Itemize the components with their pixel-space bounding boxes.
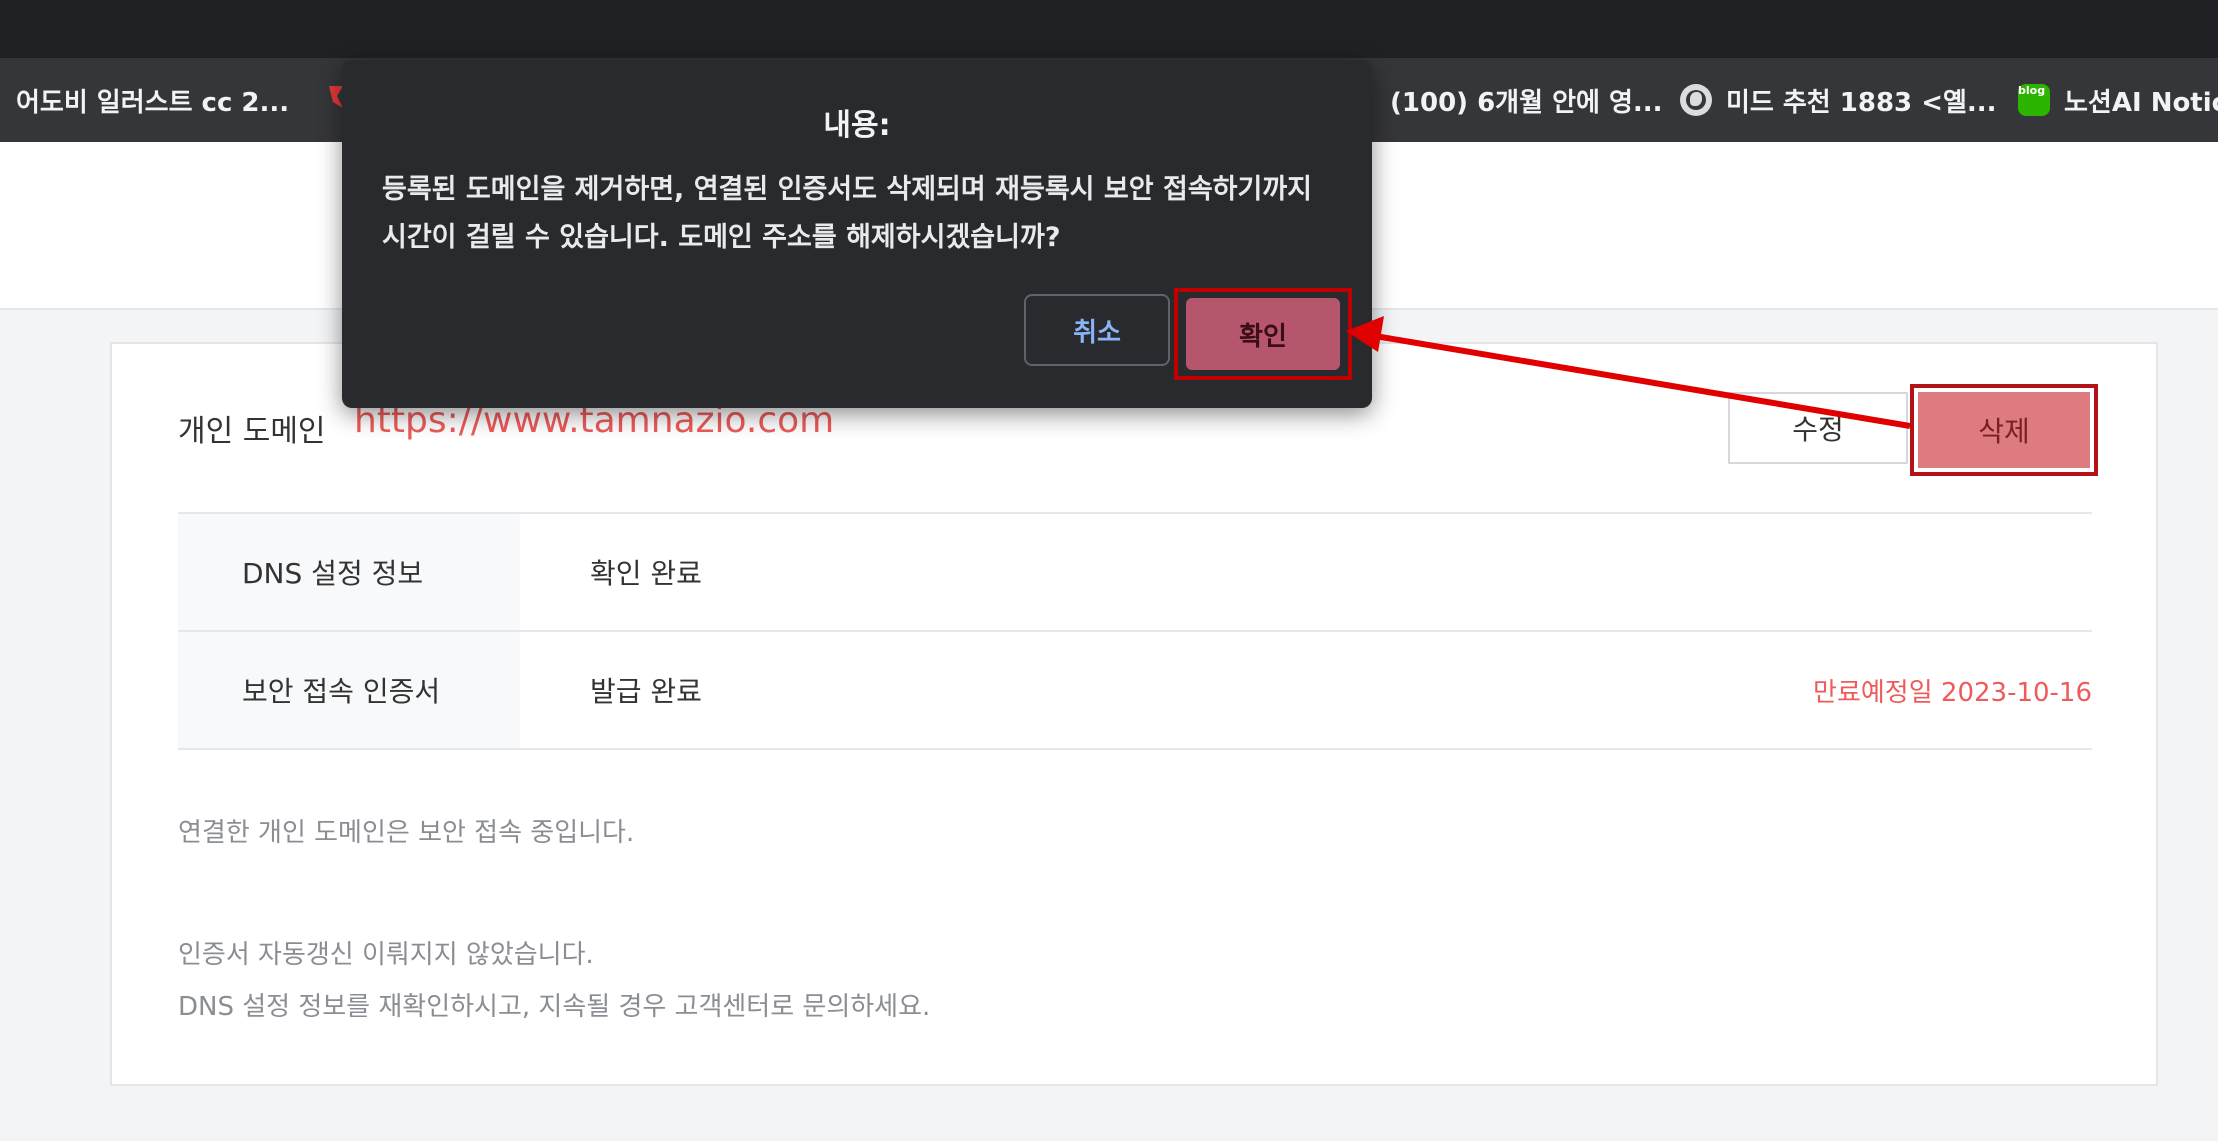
domain-info-table: DNS 설정 정보 확인 완료 보안 접속 인증서 발급 완료 만료예정일 20…	[178, 512, 2092, 750]
browser-title-bar	[0, 0, 2218, 58]
bookmark-item[interactable]: (100) 6개월 안에 영...	[1390, 58, 1663, 142]
confirm-dialog: 내용: 등록된 도메인을 제거하면, 연결된 인증서도 삭제되며 재등록시 보안…	[342, 60, 1372, 408]
table-row: DNS 설정 정보 확인 완료	[178, 512, 2092, 630]
row-value: 확인 완료	[590, 557, 702, 590]
bookmark-item[interactable]: 어도비 일러스트 cc 2...	[16, 58, 289, 142]
row-value: 발급 완료	[590, 675, 702, 708]
cancel-button[interactable]: 취소	[1024, 294, 1170, 366]
bookmark-item[interactable]: blog 노션AI Notic	[2018, 58, 2218, 142]
domain-card: 개인 도메인 https://www.tamnazio.com 수정 삭제 DN…	[110, 342, 2158, 1086]
table-row: 보안 접속 인증서 발급 완료 만료예정일 2023-10-16	[178, 630, 2092, 750]
dialog-title: 내용:	[823, 108, 891, 143]
bookmark-label: 어도비 일러스트 cc 2...	[16, 87, 290, 118]
bookmark-label: 미드 추천 1883 <옐...	[1726, 87, 1997, 118]
confirm-button[interactable]: 확인	[1186, 298, 1340, 370]
bookmark-label: 노션AI Notic	[2064, 87, 2218, 118]
renewal-note-1: 인증서 자동갱신 이뤄지지 않았습니다.	[178, 940, 594, 970]
edit-button[interactable]: 수정	[1728, 392, 1908, 464]
globe-icon	[1680, 84, 1712, 116]
domain-label: 개인 도메인	[178, 414, 326, 449]
row-header: DNS 설정 정보	[178, 514, 520, 630]
delete-button[interactable]: 삭제	[1918, 392, 2090, 468]
delete-button-highlight: 삭제	[1910, 384, 2098, 476]
row-header: 보안 접속 인증서	[178, 632, 520, 748]
expiry-date: 만료예정일 2023-10-16	[1813, 677, 2092, 708]
bookmark-item[interactable]: 미드 추천 1883 <옐...	[1680, 58, 1997, 142]
confirm-button-highlight: 확인	[1174, 288, 1352, 380]
renewal-note-2: DNS 설정 정보를 재확인하시고, 지속될 경우 고객센터로 문의하세요.	[178, 992, 931, 1022]
bookmark-label: (100) 6개월 안에 영...	[1390, 87, 1663, 118]
blog-icon: blog	[2018, 84, 2050, 116]
status-note: 연결한 개인 도메인은 보안 접속 중입니다.	[178, 818, 635, 848]
dialog-message: 등록된 도메인을 제거하면, 연결된 인증서도 삭제되며 재등록시 보안 접속하…	[382, 174, 1313, 253]
